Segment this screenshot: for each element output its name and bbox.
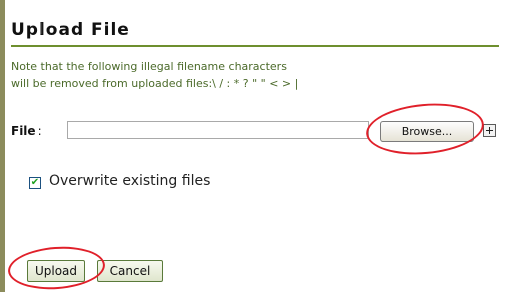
expand-plus-icon[interactable]: [483, 124, 496, 137]
illegal-characters-note: Note that the following illegal filename…: [11, 58, 491, 92]
file-label-text: File: [11, 124, 36, 138]
file-label-colon: :: [37, 124, 42, 138]
file-path-input[interactable]: [67, 121, 369, 139]
browse-button[interactable]: Browse...: [380, 121, 474, 142]
page-title: Upload File: [11, 20, 130, 40]
left-border-rule: [0, 0, 5, 292]
title-divider: [11, 45, 499, 47]
cancel-button[interactable]: Cancel: [97, 260, 163, 282]
overwrite-checkbox[interactable]: ✔: [29, 177, 41, 189]
overwrite-label[interactable]: Overwrite existing files: [49, 173, 210, 189]
upload-button[interactable]: Upload: [27, 260, 85, 282]
text-cursor-icon: I: [39, 19, 44, 38]
file-label: File:: [11, 124, 42, 138]
note-line-1: Note that the following illegal filename…: [11, 60, 287, 73]
note-line-2: will be removed from uploaded files:\ / …: [11, 77, 299, 90]
